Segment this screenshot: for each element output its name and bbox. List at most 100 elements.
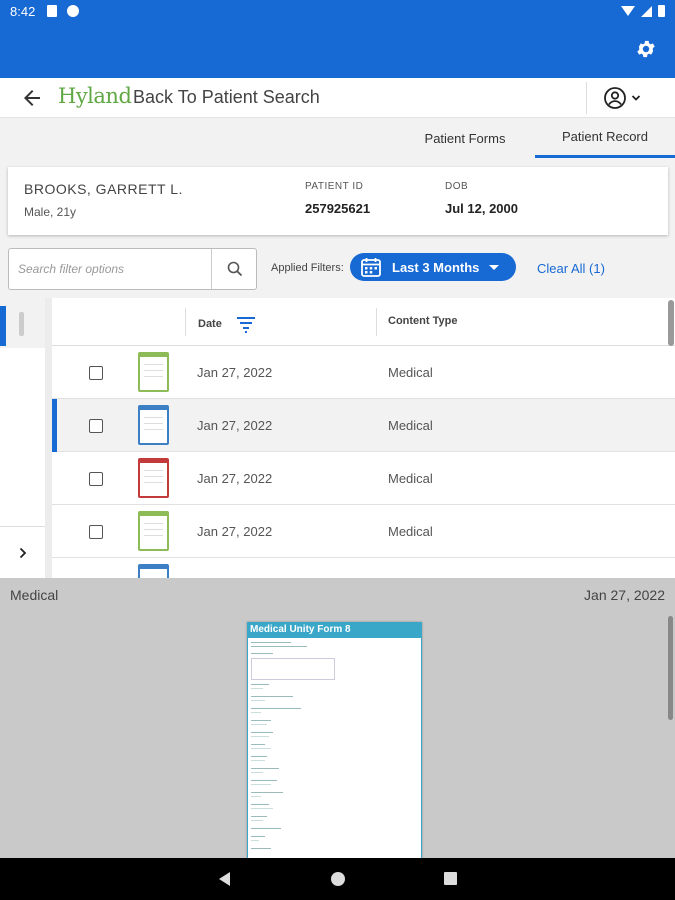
selected-row-indicator: [52, 399, 57, 452]
thumbnail-line: [144, 529, 163, 530]
table-row[interactable]: Jan 27, 2022 Medical: [52, 346, 675, 399]
table-row-partial[interactable]: [52, 558, 675, 578]
document-thumbnail[interactable]: [138, 564, 169, 578]
document-line: [251, 820, 263, 821]
date-range-label: Last 3 Months: [392, 259, 480, 275]
thumbnail-line: [144, 476, 163, 477]
status-bar: 8:42: [0, 0, 675, 22]
clear-all-filters-link[interactable]: Clear All (1): [537, 261, 605, 276]
document-line: [251, 712, 261, 713]
document-thumbnail[interactable]: [138, 458, 169, 498]
thumbnail-line: [144, 535, 163, 536]
document-preview[interactable]: Medical Unity Form 8: [0, 612, 675, 858]
header-divider: [185, 308, 186, 336]
patient-header: BROOKS, GARRETT L. Male, 21y PATIENT ID …: [0, 160, 675, 242]
patient-card: BROOKS, GARRETT L. Male, 21y PATIENT ID …: [8, 167, 668, 235]
expand-panel-button[interactable]: [0, 526, 45, 578]
preview-scrollbar[interactable]: [668, 616, 673, 720]
chevron-right-icon: [19, 547, 26, 558]
back-to-patient-search-link[interactable]: Back To Patient Search: [133, 87, 320, 108]
document-border: [247, 638, 248, 858]
battery-icon: [658, 5, 665, 17]
documents-table: Date Content Type Jan 27, 2022 Medical J…: [52, 298, 675, 578]
document-line: [251, 684, 269, 685]
document-line: [251, 688, 263, 689]
document-line: [251, 646, 307, 647]
system-back-icon[interactable]: [219, 872, 230, 886]
thumbnail-line: [144, 429, 163, 430]
thumbnail-line: [144, 470, 163, 471]
document-line: [251, 744, 265, 745]
thumbnail-line: [144, 423, 163, 424]
date-range-filter-chip[interactable]: Last 3 Months: [350, 253, 516, 281]
user-menu-button[interactable]: [603, 86, 641, 110]
document-line: [251, 748, 271, 749]
app-bar: [0, 22, 675, 78]
thumbnail-line: [144, 482, 163, 483]
document-line: [251, 840, 259, 841]
document-line: [251, 708, 301, 709]
thumbnail-bar: [140, 354, 167, 357]
row-content-type: Medical: [388, 365, 433, 380]
row-date: Jan 27, 2022: [197, 418, 273, 433]
patient-id-value: 257925621: [305, 201, 371, 216]
document-line: [251, 736, 269, 737]
document-line: [251, 780, 277, 781]
search-button[interactable]: [212, 249, 257, 289]
back-arrow-icon[interactable]: [20, 86, 44, 110]
status-time: 8:42: [10, 3, 36, 19]
document-line: [251, 653, 273, 654]
header-divider: [376, 308, 377, 336]
tab-patient-record[interactable]: Patient Record: [535, 118, 675, 158]
sd-card-icon: [47, 5, 58, 17]
document-line: [251, 792, 283, 793]
thumbnail-line: [144, 370, 163, 371]
notification-icon: [67, 5, 80, 17]
gear-icon[interactable]: [635, 38, 657, 60]
tab-patient-forms[interactable]: Patient Forms: [400, 118, 530, 158]
row-checkbox[interactable]: [89, 366, 103, 380]
table-row-selected[interactable]: Jan 27, 2022 Medical: [52, 399, 675, 452]
system-home-icon[interactable]: [331, 872, 345, 886]
hyland-logo: Hyland: [58, 84, 132, 108]
table-row[interactable]: Jan 27, 2022 Medical: [52, 505, 675, 558]
row-checkbox[interactable]: [89, 472, 103, 486]
document-field-box: [251, 658, 335, 680]
table-row[interactable]: Jan 27, 2022 Medical: [52, 452, 675, 505]
document-line: [251, 804, 269, 805]
document-line: [251, 642, 291, 643]
document-thumbnail[interactable]: [138, 511, 169, 551]
row-content-type: Medical: [388, 524, 433, 539]
row-date: Jan 27, 2022: [197, 471, 273, 486]
document-line: [251, 784, 271, 785]
dob-label: DOB: [445, 181, 469, 192]
panel-drag-handle[interactable]: [19, 312, 24, 336]
document-thumbnail[interactable]: [138, 352, 169, 392]
content-type-column-header[interactable]: Content Type: [388, 315, 457, 327]
record-tabs: Patient Forms Patient Record: [0, 118, 675, 160]
row-checkbox[interactable]: [89, 419, 103, 433]
document-line: [251, 700, 265, 701]
search-filter-input[interactable]: [9, 249, 211, 289]
system-recents-icon[interactable]: [444, 872, 457, 885]
thumbnail-line: [144, 417, 163, 418]
document-line: [251, 796, 261, 797]
applied-filters-label: Applied Filters:: [271, 262, 344, 274]
sort-filter-icon: [236, 317, 255, 333]
table-scrollbar[interactable]: [668, 300, 674, 346]
row-date: Jan 27, 2022: [197, 365, 273, 380]
document-line: [251, 756, 267, 757]
document-line: [251, 836, 265, 837]
document-line: [251, 768, 279, 769]
filter-bar: Applied Filters: Last 3 Months Clear All…: [0, 242, 675, 298]
date-column-header[interactable]: Date: [198, 315, 256, 333]
table-header: Date Content Type: [52, 298, 675, 346]
row-checkbox[interactable]: [89, 525, 103, 539]
thumbnail-bar: [140, 407, 167, 410]
thumbnail-bar: [140, 513, 167, 516]
document-page: Medical Unity Form 8: [247, 622, 422, 858]
patient-demographics: Male, 21y: [24, 205, 77, 219]
thumbnail-bar: [140, 566, 167, 569]
thumbnail-line: [144, 523, 163, 524]
document-thumbnail[interactable]: [138, 405, 169, 445]
